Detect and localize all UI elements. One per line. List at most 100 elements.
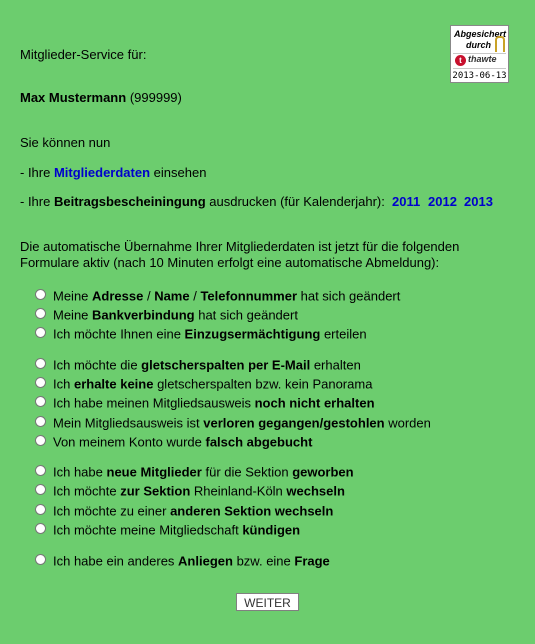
thawte-logo-text: thawte (468, 54, 497, 64)
option-label-part: Ich möchte (53, 483, 121, 499)
option-row[interactable]: Von meinem Konto wurde falsch abgebucht (35, 433, 312, 451)
option-radio[interactable] (35, 289, 46, 301)
option-label: Ich habe neue Mitglieder für die Sektion… (53, 465, 354, 480)
option-label-part: gletscherspalten bzw. kein Panorama (153, 376, 373, 392)
option-label-part: Name (154, 288, 190, 304)
option-row[interactable]: Ich habe neue Mitglieder für die Sektion… (35, 463, 354, 481)
can-now-text: Sie können nun (20, 135, 111, 150)
option-label-part: erhalte keine (73, 376, 154, 392)
option-row[interactable]: Mein Mitgliedsausweis ist verloren gegan… (35, 414, 431, 432)
intro-line-certificate: - Ihre Beitragsbescheiningung ausdrucken… (20, 194, 385, 209)
option-label: Ich möchte meine Mitgliedschaft kündigen (53, 523, 300, 538)
service-label: Mitglieder-Service für: (20, 47, 147, 62)
option-label-part: Mein Mitgliedsausweis ist (53, 415, 204, 431)
option-label-part: / (143, 288, 155, 304)
option-label-part: Ich (53, 376, 74, 392)
intro-line-data: - Ihre Mitgliederdaten einsehen (20, 165, 206, 180)
option-label: Ich möchte die gletscherspalten per E-Ma… (53, 358, 361, 373)
option-label: Ich möchte Ihnen eine Einzugsermächtigun… (53, 327, 367, 342)
option-label-part: neue Mitglieder (106, 464, 202, 480)
option-label-part: Frage (294, 553, 330, 569)
option-label-part: Von meinem Konto wurde (53, 434, 206, 450)
option-label-part: Meine (53, 288, 93, 304)
option-radio[interactable] (35, 484, 46, 496)
option-label: Ich möchte zu einer anderen Sektion wech… (53, 504, 333, 519)
notice-line1: Die automatische Übernahme Ihrer Mitglie… (20, 239, 460, 254)
member-id: (999999) (129, 90, 182, 105)
option-label-part: Anliegen (178, 553, 233, 569)
option-label: Ich möchte zur Sektion Rheinland-Köln we… (53, 484, 345, 499)
option-label: Von meinem Konto wurde falsch abgebucht (53, 435, 312, 450)
option-label-part: Adresse (92, 288, 144, 304)
option-radio[interactable] (35, 435, 46, 447)
option-label-part: für die Sektion (201, 464, 293, 480)
option-row[interactable]: Ich möchte die gletscherspalten per E-Ma… (35, 356, 361, 374)
option-radio[interactable] (35, 396, 46, 408)
option-label-part: Ich habe (53, 464, 107, 480)
seal-date: 2013-06-13 (452, 71, 507, 81)
option-row[interactable]: Meine Adresse / Name / Telefonnummer hat… (35, 287, 400, 305)
option-label-part: worden (384, 415, 431, 431)
weiter-button[interactable]: WEITER (236, 593, 299, 611)
option-row[interactable]: Ich habe meinen Mitgliedsausweis noch ni… (35, 394, 375, 412)
option-label-part: falsch abgebucht (205, 434, 313, 450)
intro-line1-prefix: - Ihre (20, 165, 54, 180)
option-label-part: hat sich geändert (297, 288, 401, 304)
year-link-2013[interactable]: 2013 (464, 194, 493, 209)
option-radio[interactable] (35, 358, 46, 370)
option-label-part: noch nicht erhalten (254, 395, 375, 411)
option-radio[interactable] (35, 523, 46, 535)
year-link-2012[interactable]: 2012 (428, 194, 457, 209)
option-radio[interactable] (35, 377, 46, 389)
notice-line2: Formulare aktiv (nach 10 Minuten erfolgt… (20, 255, 440, 270)
intro-line1-suffix: einsehen (150, 165, 207, 180)
option-row[interactable]: Ich möchte Ihnen eine Einzugsermächtigun… (35, 325, 367, 343)
option-row[interactable]: Meine Bankverbindung hat sich geändert (35, 306, 298, 324)
option-label-part: kündigen (242, 522, 301, 538)
option-label-part: Telefonnummer (200, 288, 298, 304)
option-label: Ich erhalte keine gletscherspalten bzw. … (53, 377, 372, 392)
option-label-part: Ich möchte die (53, 357, 142, 373)
option-radio[interactable] (35, 308, 46, 320)
option-label-part: / (189, 288, 201, 304)
option-label-part: Ich möchte meine Mitgliedschaft (53, 522, 243, 538)
option-radio[interactable] (35, 465, 46, 477)
option-row[interactable]: Ich möchte meine Mitgliedschaft kündigen (35, 521, 300, 539)
option-label-part: erhalten (310, 357, 361, 373)
option-radio[interactable] (35, 327, 46, 339)
option-radio[interactable] (35, 416, 46, 428)
option-label: Meine Bankverbindung hat sich geändert (53, 308, 298, 323)
option-label-part: gletscherspalten per E-Mail (141, 357, 311, 373)
seal-line2: durch (466, 40, 492, 50)
option-row[interactable]: Ich habe ein anderes Anliegen bzw. eine … (35, 552, 330, 570)
option-radio[interactable] (35, 504, 46, 516)
option-label-part: hat sich geändert (194, 307, 298, 323)
option-label: Mein Mitgliedsausweis ist verloren gegan… (53, 416, 431, 431)
thawte-logo: t thawte (453, 53, 506, 69)
option-label-part: zur Sektion (120, 483, 191, 499)
option-label-part: geworben (292, 464, 354, 480)
option-label: Meine Adresse / Name / Telefonnummer hat… (53, 289, 400, 304)
member-data-link[interactable]: Mitgliederdaten (54, 165, 150, 180)
option-row[interactable]: Ich möchte zur Sektion Rheinland-Köln we… (35, 482, 345, 500)
option-row[interactable]: Ich möchte zu einer anderen Sektion wech… (35, 502, 333, 520)
option-label-part: Rheinland-Köln (190, 483, 287, 499)
option-label-part: Ich habe ein anderes (53, 553, 179, 569)
option-label-part: bzw. eine (232, 553, 295, 569)
thawte-seal[interactable]: Abgesichert durch t thawte 2013-06-13 (450, 25, 509, 83)
option-label: Ich habe meinen Mitgliedsausweis noch ni… (53, 396, 375, 411)
option-label-part: wechseln (286, 483, 345, 499)
option-label-part: Ich möchte zu einer (53, 503, 171, 519)
option-label: Ich habe ein anderes Anliegen bzw. eine … (53, 554, 330, 569)
option-radio[interactable] (35, 554, 46, 566)
option-row[interactable]: Ich erhalte keine gletscherspalten bzw. … (35, 375, 372, 393)
option-label-part: verloren gegangen/gestohlen (203, 415, 385, 431)
member-name: Max Mustermann (20, 90, 127, 105)
option-label-part: Einzugsermächtigung (184, 326, 321, 342)
option-label-part: Bankverbindung (92, 307, 195, 323)
option-label-part: erteilen (320, 326, 367, 342)
option-label-part: anderen Sektion wechseln (170, 503, 334, 519)
intro-line2-prefix: - Ihre (20, 194, 54, 209)
thawte-logo-icon: t (455, 55, 466, 66)
year-link-2011[interactable]: 2011 (392, 194, 420, 209)
